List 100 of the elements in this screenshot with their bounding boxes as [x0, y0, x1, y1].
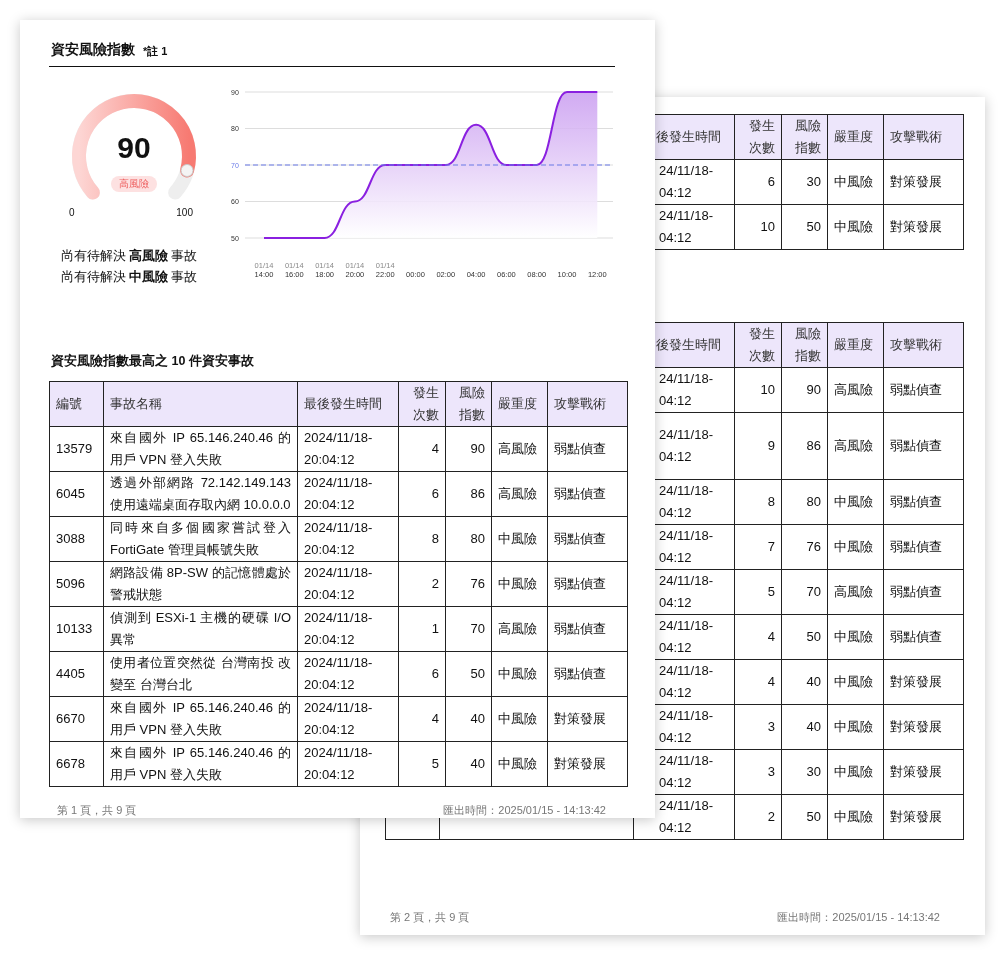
table-cell: 6 [398, 651, 446, 697]
table-cell: 10 [734, 204, 782, 250]
table-cell: 90 [781, 367, 828, 413]
table-cell: 網路設備 8P-SW 的記憶體處於警戒狀態 [103, 561, 298, 607]
table-cell: 7 [734, 524, 782, 570]
table-cell: 高風險 [827, 412, 884, 480]
table-cell: 4 [734, 659, 782, 705]
table-cell: 30 [781, 749, 828, 795]
column-header: 發生次數 [734, 322, 782, 368]
table-cell: 來自國外 IP 65.146.240.46 的用戶 VPN 登入失敗 [103, 426, 298, 472]
table-cell: 對策發展 [883, 704, 964, 750]
table-cell: 50 [781, 794, 828, 840]
table-cell: 86 [445, 471, 492, 517]
table-cell: 2024/11/18- 20:04:12 [297, 516, 399, 562]
table-cell: 2024/11/18- 20:04:12 [297, 741, 399, 787]
table-cell: 中風險 [827, 704, 884, 750]
table-cell: 5 [734, 569, 782, 615]
table-cell: 2024/11/18- 20:04:12 [297, 651, 399, 697]
table-cell: 80 [445, 516, 492, 562]
table-cell: 4405 [49, 651, 104, 697]
table-cell: 76 [781, 524, 828, 570]
table-cell: 3 [734, 704, 782, 750]
table-cell: 2 [398, 561, 446, 607]
table-cell: 對策發展 [883, 749, 964, 795]
table-cell: 10 [734, 367, 782, 413]
table-cell: 中風險 [491, 516, 548, 562]
table-cell: 13579 [49, 426, 104, 472]
column-header: 嚴重度 [491, 381, 548, 427]
table-cell: 4 [398, 426, 446, 472]
column-header: 風險指數 [781, 114, 828, 160]
export-time: 匯出時間：2025/01/15 - 14:13:42 [777, 910, 940, 925]
table-cell: 70 [781, 569, 828, 615]
pending-summary: 尚有待解決 中風險 事故 [60, 269, 198, 286]
table-cell: 高風險 [827, 569, 884, 615]
table-cell: 9 [734, 412, 782, 480]
table-cell: 弱點偵查 [883, 524, 964, 570]
table-cell: 弱點偵查 [547, 561, 628, 607]
export-time: 匯出時間：2025/01/15 - 14:13:42 [443, 803, 606, 818]
table-cell: 50 [781, 204, 828, 250]
gauge-value: 90 [116, 131, 152, 165]
table-cell: 弱點偵查 [547, 426, 628, 472]
column-header: 編號 [49, 381, 104, 427]
table-cell: 4 [734, 614, 782, 660]
table-cell: 中風險 [491, 651, 548, 697]
table-cell: 50 [445, 651, 492, 697]
column-header: 最後發生時間 [297, 381, 399, 427]
column-header: 風險指數 [445, 381, 492, 427]
table-cell: 86 [781, 412, 828, 480]
table-cell: 偵測到 ESXi-1 主機的硬碟 I/O 異常 [103, 606, 298, 652]
table-title: 資安風險指數最高之 10 件資安事故 [51, 353, 255, 369]
table-cell: 中風險 [827, 479, 884, 525]
table-cell: 來自國外 IP 65.146.240.46 的用戶 VPN 登入失敗 [103, 741, 298, 787]
column-header: 嚴重度 [827, 114, 884, 160]
column-header: 發生次數 [398, 381, 446, 427]
table-cell: 2 [734, 794, 782, 840]
table-cell: 6 [734, 159, 782, 205]
table-cell: 中風險 [491, 561, 548, 607]
table-cell: 6045 [49, 471, 104, 517]
table-cell: 對策發展 [883, 659, 964, 705]
page-number: 第 1 頁，共 9 頁 [57, 803, 137, 818]
table-cell: 弱點偵查 [883, 569, 964, 615]
table-cell: 弱點偵查 [547, 606, 628, 652]
table-cell: 8 [734, 479, 782, 525]
table-cell: 40 [445, 696, 492, 742]
page-number: 第 2 頁，共 9 頁 [390, 910, 470, 925]
table-cell: 2024/11/18- 20:04:12 [297, 426, 399, 472]
table-cell: 70 [445, 606, 492, 652]
column-header: 嚴重度 [827, 322, 884, 368]
section-title: 資安風險指數 [51, 41, 135, 59]
table-cell: 同時來自多個國家嘗試登入 FortiGate 管理員帳號失敗 [103, 516, 298, 562]
table-cell: 高風險 [491, 471, 548, 517]
table-cell: 對策發展 [547, 741, 628, 787]
table-cell: 8 [398, 516, 446, 562]
table-cell: 76 [445, 561, 492, 607]
risk-badge: 高風險 [111, 176, 157, 192]
column-header: 攻擊戰術 [883, 114, 964, 160]
table-cell: 中風險 [827, 794, 884, 840]
table-cell: 6670 [49, 696, 104, 742]
table-cell: 6678 [49, 741, 104, 787]
table-cell: 3 [734, 749, 782, 795]
table-cell: 高風險 [827, 367, 884, 413]
table-cell: 弱點偵查 [547, 651, 628, 697]
table-cell: 高風險 [491, 606, 548, 652]
table-cell: 來自國外 IP 65.146.240.46 的用戶 VPN 登入失敗 [103, 696, 298, 742]
table-cell: 2024/11/18- 20:04:12 [297, 471, 399, 517]
table-cell: 弱點偵查 [547, 516, 628, 562]
table-cell: 中風險 [827, 659, 884, 705]
table-cell: 40 [781, 659, 828, 705]
table-cell: 透過外部網路 72.142.149.143 使用遠端桌面存取內網 10.0.0.0 [103, 471, 298, 517]
table-cell: 40 [445, 741, 492, 787]
table-cell: 50 [781, 614, 828, 660]
table-cell: 弱點偵查 [883, 412, 964, 480]
table-cell: 對策發展 [883, 204, 964, 250]
table-cell: 4 [398, 696, 446, 742]
table-cell: 中風險 [491, 696, 548, 742]
gauge-max-label: 100 [176, 206, 193, 220]
table-cell: 中風險 [827, 524, 884, 570]
table-cell: 中風險 [827, 159, 884, 205]
table-cell: 中風險 [827, 749, 884, 795]
table-cell: 2024/11/18- 20:04:12 [297, 561, 399, 607]
